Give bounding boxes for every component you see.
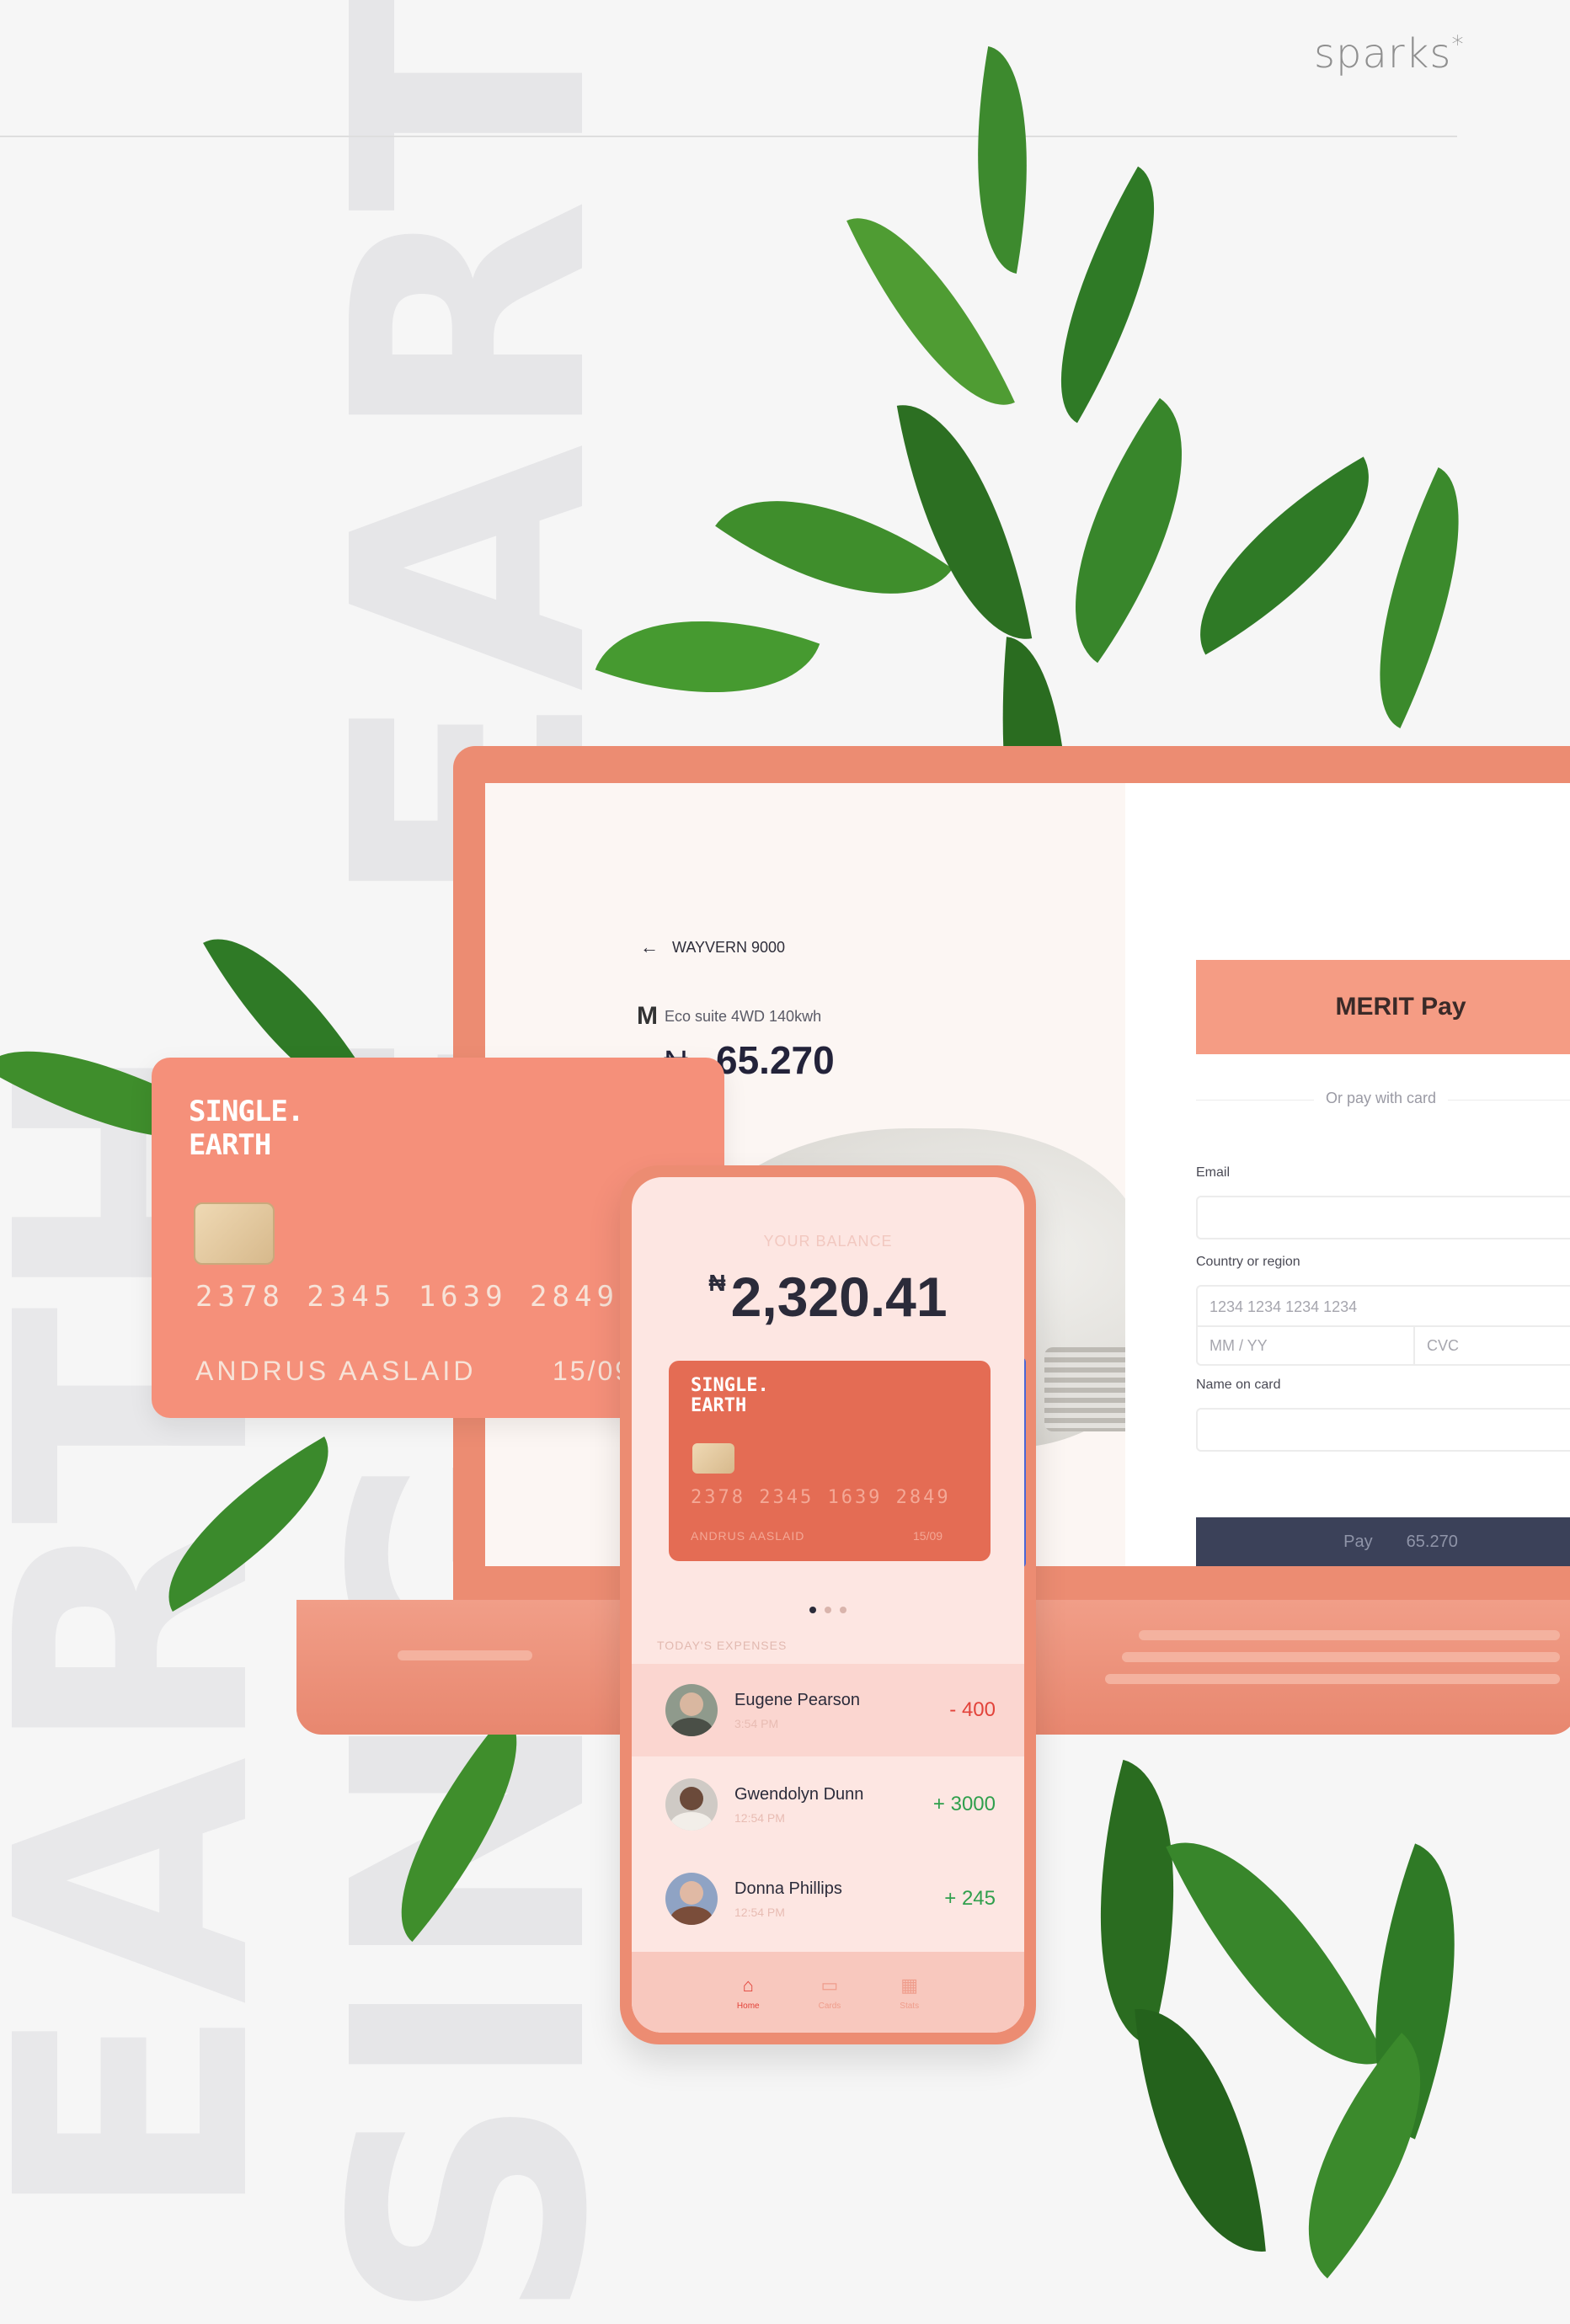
or-pay-with-card-label: Or pay with card <box>1314 1090 1449 1107</box>
name-on-card-label: Name on card <box>1196 1378 1281 1392</box>
list-item[interactable]: Gwendolyn Dunn 12:54 PM + 3000 <box>632 1758 1024 1851</box>
avatar <box>665 1873 718 1925</box>
cvc-field[interactable]: CVC <box>1413 1325 1570 1366</box>
pay-button-label: Pay <box>1343 1532 1373 1551</box>
transaction-name: Eugene Pearson <box>734 1690 861 1709</box>
brand-logo: sparks* <box>1314 30 1465 77</box>
pager-dot[interactable] <box>809 1607 816 1613</box>
transaction-time: 3:54 PM <box>734 1716 779 1730</box>
todays-expenses-label: TODAY'S EXPENSES <box>657 1639 788 1652</box>
card-pager-dots[interactable] <box>632 1607 1024 1613</box>
pay-button-amount: 65.270 <box>1406 1532 1458 1551</box>
card-number: 2378 2345 1639 2849 <box>195 1280 619 1314</box>
card-icon: ▭ <box>820 1974 839 1996</box>
card-holder-name: ANDRUS AASLAID <box>691 1529 805 1543</box>
list-item[interactable]: Eugene Pearson 3:54 PM - 400 <box>632 1664 1024 1756</box>
country-label: Country or region <box>1196 1255 1300 1269</box>
expiry-placeholder: MM / YY <box>1210 1336 1268 1354</box>
balance-label: YOUR BALANCE <box>763 1233 893 1250</box>
transaction-name: Donna Phillips <box>734 1879 842 1898</box>
transaction-time: 12:54 PM <box>734 1810 785 1825</box>
tab-label: Cards <box>818 2001 841 2011</box>
card-chip-icon <box>194 1202 275 1265</box>
list-item[interactable]: Donna Phillips 12:54 PM + 245 <box>632 1852 1024 1945</box>
transaction-time: 12:54 PM <box>734 1905 785 1919</box>
name-on-card-field[interactable] <box>1196 1408 1570 1452</box>
transaction-amount: + 3000 <box>932 1793 996 1815</box>
single-earth-logo: SINGLE. EARTH <box>189 1095 304 1162</box>
card-number-field[interactable]: 1234 1234 1234 1234 <box>1196 1285 1570 1327</box>
pager-dot[interactable] <box>825 1607 831 1613</box>
stats-icon: ▦ <box>900 1974 919 1996</box>
product-name: Eco suite 4WD 140kwh <box>665 1007 822 1025</box>
card-holder-name: ANDRUS AASLAID <box>195 1356 477 1386</box>
card-chip-icon <box>692 1443 734 1474</box>
tab-label: Stats <box>900 2001 920 2011</box>
transaction-amount: - 400 <box>949 1698 996 1721</box>
email-field[interactable] <box>1196 1196 1570 1239</box>
avatar <box>665 1684 718 1736</box>
product-brand: WAYVERN 9000 <box>672 938 786 956</box>
avatar <box>665 1778 718 1831</box>
product-price: 65.270 <box>716 1038 835 1082</box>
phone-card[interactable]: SINGLE. EARTH 2378 2345 1639 2849 ANDRUS… <box>669 1361 991 1561</box>
tab-cards[interactable]: ▭ Cards <box>819 1975 841 2011</box>
header-divider <box>0 136 1457 137</box>
home-icon: ⌂ <box>742 1974 754 1996</box>
car-grille <box>1044 1347 1137 1431</box>
arrow-left-icon: ← <box>640 936 659 957</box>
pager-dot[interactable] <box>840 1607 846 1613</box>
transaction-name: Gwendolyn Dunn <box>734 1784 864 1804</box>
tab-label: Home <box>736 2001 760 2011</box>
card-expiry: 15/09 <box>913 1529 943 1543</box>
bottom-tab-bar: ⌂ Home ▭ Cards ▦ Stats <box>632 1952 1024 2033</box>
single-earth-logo: SINGLE. EARTH <box>691 1375 769 1416</box>
card-number-placeholder: 1234 1234 1234 1234 <box>1210 1298 1358 1315</box>
transaction-amount: + 245 <box>944 1887 996 1910</box>
merit-logo-icon: M <box>637 1002 658 1030</box>
email-label: Email <box>1196 1165 1231 1180</box>
balance-amount: ₦2,320.41 <box>708 1266 948 1328</box>
product-info: M Eco suite 4WD 140kwh <box>637 1002 821 1031</box>
phone-screen: YOUR BALANCE ₦2,320.41 SINGLE. EARTH 237… <box>632 1177 1024 2033</box>
tab-home[interactable]: ⌂ Home <box>737 1975 760 2011</box>
merit-pay-button[interactable]: MERIT Pay <box>1196 960 1570 1054</box>
tab-stats[interactable]: ▦ Stats <box>900 1975 919 2011</box>
back-button[interactable]: ← WAYVERN 9000 <box>640 936 785 958</box>
card-number: 2378 2345 1639 2849 <box>691 1487 951 1508</box>
cvc-placeholder: CVC <box>1427 1336 1460 1354</box>
pay-button[interactable]: Pay 65.270 <box>1196 1517 1570 1566</box>
expiry-field[interactable]: MM / YY <box>1196 1325 1415 1366</box>
